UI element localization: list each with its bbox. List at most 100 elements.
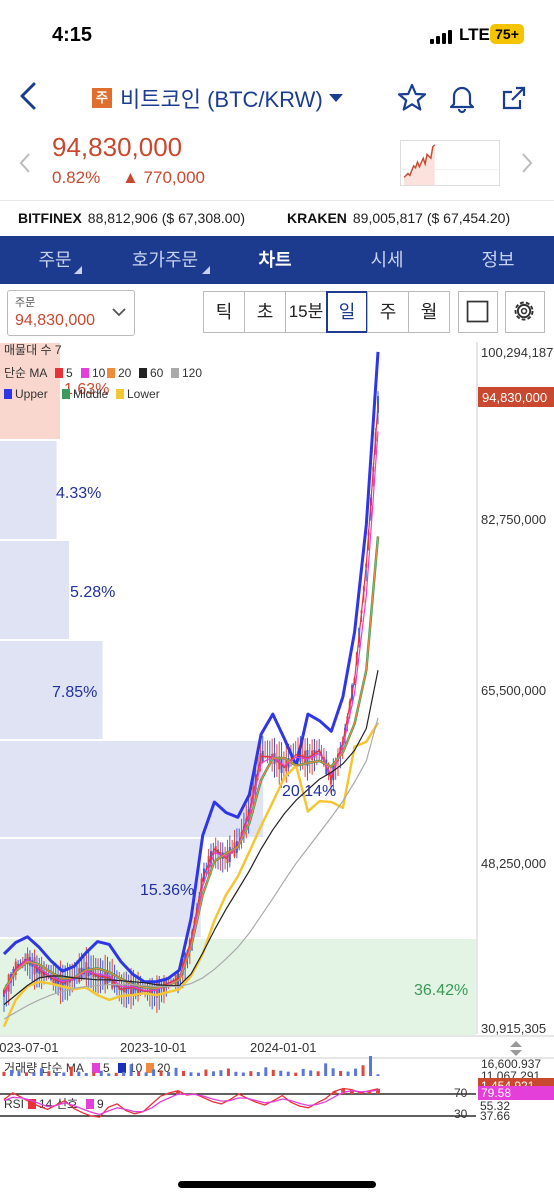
volume-profile-pct: 5.28% bbox=[70, 584, 115, 601]
tab-order[interactable]: 주문 bbox=[0, 236, 110, 284]
period-second[interactable]: 초 bbox=[244, 291, 286, 333]
volume-profile-pct: 20.14% bbox=[282, 783, 336, 800]
stock-badge: 주 bbox=[92, 88, 112, 108]
legend-swatch bbox=[81, 368, 89, 378]
volume-ma-period: 5 bbox=[103, 1061, 110, 1075]
y-tick-label: 65,500,000 bbox=[481, 683, 546, 698]
star-icon[interactable] bbox=[396, 82, 428, 114]
settings-button[interactable] bbox=[505, 291, 545, 333]
prev-coin-icon[interactable] bbox=[18, 152, 32, 174]
exchange-value: 88,812,906 ($ 67,308.00) bbox=[87, 210, 246, 226]
volume-bar bbox=[69, 1066, 73, 1076]
volume-bar bbox=[316, 1071, 320, 1076]
y-tick-label: 82,750,000 bbox=[481, 512, 546, 527]
square-icon bbox=[466, 300, 489, 323]
volume-bar bbox=[84, 1072, 88, 1076]
period-day[interactable]: 일 bbox=[326, 291, 368, 333]
volume-panel: 거래량 단순 MA5102016,600.93711,067.2911,454.… bbox=[0, 1056, 554, 1093]
volume-profile-bar bbox=[0, 541, 70, 639]
volume-bar bbox=[152, 1069, 156, 1076]
order-price-dropdown[interactable]: 주문 94,830,000 bbox=[7, 290, 135, 336]
volume-bar bbox=[54, 1072, 58, 1076]
network-type: LTE bbox=[459, 25, 490, 44]
dropdown-caret-icon bbox=[328, 94, 343, 102]
page-title: 비트코인 (BTC/KRW) bbox=[120, 87, 323, 112]
volume-bar bbox=[339, 1070, 343, 1076]
volume-bar bbox=[301, 1068, 305, 1076]
volume-bar bbox=[324, 1063, 328, 1076]
back-icon[interactable] bbox=[18, 82, 40, 110]
tab-market[interactable]: 시세 bbox=[332, 236, 442, 284]
volume-bar bbox=[114, 1072, 118, 1076]
volume-bar bbox=[99, 1070, 103, 1076]
volume-bar bbox=[189, 1072, 193, 1076]
change-percent: 0.82% bbox=[52, 168, 101, 187]
volume-bar bbox=[159, 1070, 163, 1076]
next-coin-icon[interactable] bbox=[520, 152, 534, 174]
volume-profile-bar bbox=[0, 441, 57, 539]
legend-bb-label: Upper bbox=[15, 387, 48, 401]
last-price-label: 94,830,000 bbox=[482, 390, 547, 405]
volume-bar bbox=[361, 1065, 365, 1076]
x-tick-label: 2023-07-01 bbox=[0, 1040, 59, 1055]
exchange-value: 89,005,817 ($ 67,454.20) bbox=[352, 210, 511, 226]
current-price: 94,830,000 bbox=[52, 132, 183, 162]
period-week[interactable]: 주 bbox=[367, 291, 409, 333]
period-15min[interactable]: 15분 bbox=[285, 291, 327, 333]
change-amount: ▲ 770,000 bbox=[122, 168, 205, 187]
tab-label: 주문 bbox=[38, 250, 72, 270]
volume-bar bbox=[234, 1071, 238, 1076]
tab-bar: 주문 호가주문 차트 시세 정보 bbox=[0, 236, 554, 284]
rsi-y-tick: 30 bbox=[454, 1107, 468, 1121]
signal-icon bbox=[430, 30, 456, 44]
menu-indicator-icon bbox=[74, 266, 82, 274]
exchange-name: BITFINEX bbox=[18, 210, 82, 226]
status-bar: 4:15 LTE 75+ bbox=[0, 0, 554, 70]
date-axis: 2023-07-01 2023-10-01 2024-01-01 bbox=[0, 1035, 554, 1056]
tab-label: 차트 bbox=[258, 250, 292, 270]
volume-bar bbox=[204, 1069, 208, 1076]
volume-bar bbox=[211, 1071, 215, 1076]
legend-swatch bbox=[55, 368, 63, 378]
expand-up-icon bbox=[510, 1041, 522, 1047]
exchange-item: KRAKEN 89,005,817 ($ 67,454.20) bbox=[287, 210, 510, 226]
coin-selector[interactable]: 주 비트코인 (BTC/KRW) bbox=[92, 84, 343, 112]
price-summary: 94,830,000 0.82% ▲ 770,000 bbox=[0, 126, 554, 200]
tab-quote-order[interactable]: 호가주문 bbox=[110, 236, 220, 284]
legend-bb-label: Middle bbox=[73, 387, 109, 401]
y-tick-label: 48,250,000 bbox=[481, 856, 546, 871]
period-tick[interactable]: 틱 bbox=[203, 291, 245, 333]
legend-swatch bbox=[116, 389, 124, 399]
period-month[interactable]: 월 bbox=[408, 291, 450, 333]
battery-icon: 75+ bbox=[490, 24, 524, 44]
legend-swatch bbox=[107, 368, 115, 378]
rsi-y-tick: 70 bbox=[454, 1086, 468, 1100]
y-tick-label: 100,294,187 bbox=[481, 345, 553, 360]
draw-tool-button[interactable] bbox=[458, 291, 498, 333]
volume-bar bbox=[2, 1071, 6, 1076]
volume-bar bbox=[17, 1070, 21, 1076]
legend-ma-label: 단순 MA bbox=[4, 366, 47, 380]
tab-label: 호가주문 bbox=[131, 250, 199, 270]
bell-icon[interactable] bbox=[446, 82, 478, 114]
legend-ma-period: 10 bbox=[92, 366, 106, 380]
rsi-y-tick: 37.66 bbox=[480, 1109, 510, 1122]
legend-swatch bbox=[118, 1063, 126, 1073]
gear-icon bbox=[514, 301, 534, 321]
chart-legend: 매물대 수 7 단순 MA 5 10 20 60 120 Upper Middle Lower bbox=[4, 343, 202, 401]
volume-bar bbox=[39, 1068, 43, 1076]
volume-bar bbox=[354, 1068, 358, 1076]
volume-bar bbox=[279, 1070, 283, 1076]
tab-chart[interactable]: 차트 bbox=[220, 236, 330, 284]
share-icon[interactable] bbox=[498, 82, 530, 114]
order-value: 94,830,000 bbox=[15, 312, 96, 329]
mini-chart[interactable] bbox=[400, 140, 500, 186]
chevron-down-icon bbox=[112, 308, 126, 317]
tab-info[interactable]: 정보 bbox=[442, 236, 554, 284]
volume-bar bbox=[264, 1067, 268, 1076]
tab-label: 시세 bbox=[370, 250, 404, 270]
rsi-last-label: 79.58 bbox=[481, 1086, 511, 1100]
legend-bb-label: Lower bbox=[127, 387, 160, 401]
price-chart[interactable]: 1.63%4.33%5.28%7.85%20.14%15.36%36.42% 1… bbox=[0, 342, 554, 1122]
volume-bar bbox=[144, 1072, 148, 1076]
